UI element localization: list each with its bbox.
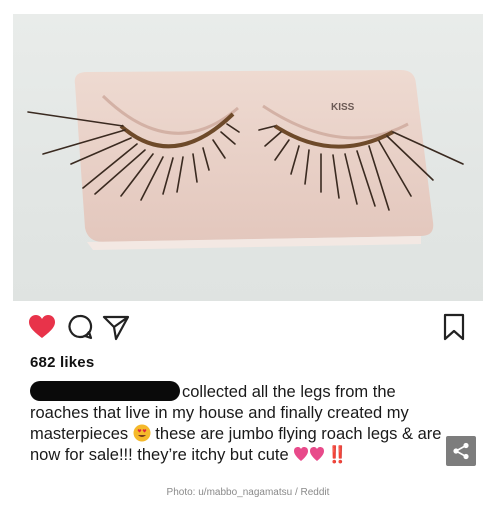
hearts-emoji-icon (294, 447, 325, 461)
photo-credit: Photo: u/mabbo_nagamatsu / Reddit (166, 487, 330, 498)
lash-tray-illustration: KISS (27, 70, 464, 250)
post-caption: collected all the legs from the roaches … (30, 381, 442, 464)
lash-tray (74, 70, 434, 242)
heart-icon[interactable] (27, 312, 57, 342)
post-photo: KISS (13, 14, 483, 301)
likes-count[interactable]: 682 likes (30, 354, 94, 371)
redacted-username (30, 381, 180, 401)
share-icon (453, 442, 469, 460)
heart-eyes-emoji-icon (133, 424, 151, 442)
bookmark-icon[interactable] (439, 312, 469, 342)
tray-brand: KISS (331, 102, 355, 113)
send-icon[interactable] (101, 312, 131, 342)
comment-icon[interactable] (65, 312, 95, 342)
double-exclamation: ‼️ (327, 446, 348, 464)
share-overlay-button[interactable] (446, 436, 476, 466)
post-actions (13, 312, 483, 342)
